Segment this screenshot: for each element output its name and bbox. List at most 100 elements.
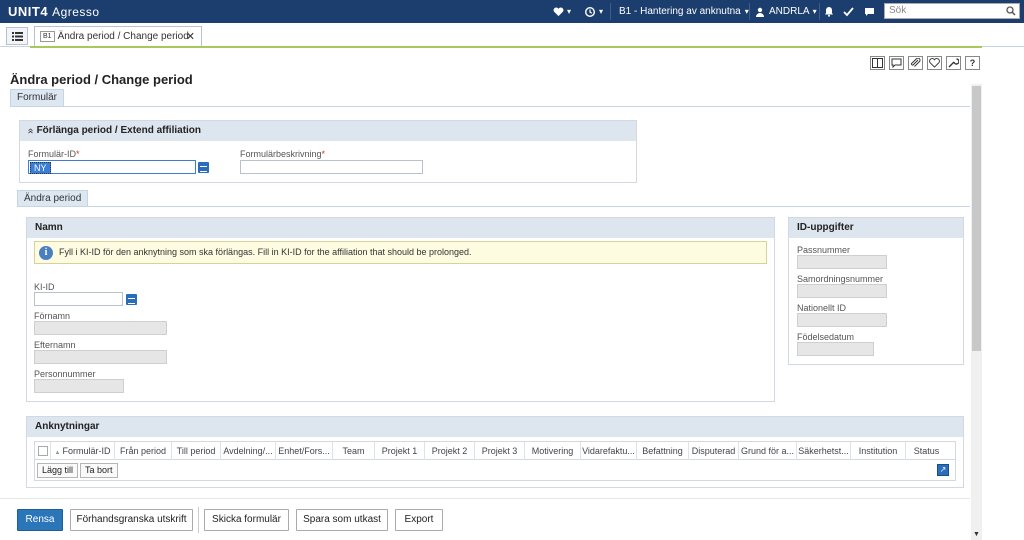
wrench-icon — [948, 58, 960, 68]
help-button[interactable]: ? — [965, 56, 980, 70]
column-header[interactable]: Projekt 2 — [425, 442, 475, 460]
anknytningar-grid-header: ▲ Formulär-ID Från period Till period Avd… — [34, 441, 956, 460]
user-icon — [756, 7, 764, 17]
tab-formular[interactable]: Formulär — [10, 89, 65, 106]
personnummer-label: Personnummer — [34, 369, 96, 379]
form-desc-label: Formulärbeskrivning* — [240, 149, 326, 159]
panel-header: Anknytningar — [27, 417, 963, 437]
panel-header: Namn — [27, 218, 774, 238]
scroll-down-icon[interactable]: ▼ — [973, 531, 980, 538]
nationellt-id-field — [797, 313, 887, 327]
column-header[interactable]: Till period — [172, 442, 221, 460]
close-icon[interactable]: ✕ — [186, 27, 195, 47]
export-grid-icon[interactable]: ↗ — [937, 464, 949, 476]
grid-footer: Lägg till Ta bort ↗ — [34, 460, 956, 481]
info-icon: i — [39, 246, 53, 260]
samordning-label: Samordningsnummer — [797, 274, 884, 284]
preview-print-button[interactable]: Förhandsgranska utskrift — [70, 509, 193, 531]
form-id-value: NY — [30, 162, 51, 174]
favorites-button[interactable]: ▾ — [553, 0, 571, 23]
tab-badge: B1 — [40, 31, 55, 42]
tab-strip: B1 Ändra period / Change period ✕ — [0, 23, 1024, 48]
menu-title-dropdown[interactable]: B1 - Hantering av anknutna ▾ — [619, 0, 749, 23]
menu-title: B1 - Hantering av anknutna — [619, 6, 741, 17]
select-all-checkbox-cell[interactable] — [35, 442, 51, 460]
column-header[interactable]: Institution — [851, 442, 906, 460]
messages-button[interactable] — [864, 0, 875, 23]
efternamn-label: Efternamn — [34, 340, 76, 350]
column-header[interactable]: Projekt 1 — [375, 442, 425, 460]
settings-button[interactable] — [946, 56, 961, 70]
save-draft-button[interactable]: Spara som utkast — [296, 509, 388, 531]
list-icon — [11, 32, 23, 41]
panel-title: Förlänga period / Extend affiliation — [36, 125, 202, 136]
action-bar: Rensa Förhandsgranska utskrift Skicka fo… — [0, 498, 970, 540]
send-form-button[interactable]: Skicka formulär — [204, 509, 289, 531]
panel-header[interactable]: »Förlänga period / Extend affiliation — [20, 121, 636, 141]
remove-row-button[interactable]: Ta bort — [80, 463, 118, 478]
scrollbar-thumb[interactable] — [972, 86, 981, 351]
form-desc-input[interactable] — [240, 160, 423, 174]
scrollbar[interactable]: ▼ — [971, 84, 982, 540]
sort-icon: ▲ — [54, 450, 61, 456]
layout-toggle-button[interactable] — [870, 56, 885, 70]
chevron-down-icon: ▾ — [599, 7, 604, 16]
tab-label: Ändra period / Change period — [57, 31, 189, 42]
column-header[interactable]: Befattning — [637, 442, 689, 460]
comment-button[interactable] — [889, 56, 904, 70]
history-button[interactable]: ▾ — [584, 0, 603, 23]
question-icon: ? — [969, 58, 976, 68]
ki-id-lookup-button[interactable] — [126, 294, 137, 305]
form-id-input[interactable]: NY — [28, 160, 196, 174]
tab-andra-period[interactable]: B1 Ändra period / Change period ✕ — [34, 26, 202, 48]
attachment-button[interactable] — [908, 56, 923, 70]
favorite-button[interactable] — [927, 56, 942, 70]
add-row-button[interactable]: Lägg till — [37, 463, 79, 478]
top-bar: UNIT4 Agresso ▾ ▾ B1 - Hantering av anknu… — [0, 0, 1024, 23]
notifications-button[interactable] — [824, 0, 834, 23]
divider — [198, 507, 199, 533]
tasks-button[interactable] — [843, 0, 854, 23]
export-button[interactable]: Export — [395, 509, 443, 531]
brand-name-bold: UNIT4 — [8, 4, 49, 19]
samordning-field — [797, 284, 887, 298]
menu-list-button[interactable] — [6, 27, 28, 45]
fodelsedatum-field — [797, 342, 874, 356]
user-name: ANDRLA — [769, 6, 810, 17]
column-header[interactable]: Disputerad — [689, 442, 739, 460]
column-header[interactable]: Avdelning/... — [221, 442, 276, 460]
column-header[interactable]: Team — [333, 442, 375, 460]
brand-logo[interactable]: UNIT4 Agresso — [8, 4, 100, 19]
heart-outline-icon — [929, 58, 940, 68]
column-header[interactable]: Enhet/Fors... — [276, 442, 333, 460]
user-menu[interactable]: ANDRLA ▾ — [755, 0, 817, 23]
column-header[interactable]: Projekt 3 — [475, 442, 525, 460]
column-header[interactable]: ▲ Formulär-ID — [51, 442, 115, 460]
column-header[interactable]: Vidarefaktu... — [581, 442, 637, 460]
ki-id-input[interactable] — [34, 292, 123, 306]
tab-andra-period-section[interactable]: Ändra period — [17, 190, 89, 207]
fornamn-field — [34, 321, 167, 335]
divider — [610, 3, 611, 20]
search-icon[interactable] — [1006, 6, 1016, 16]
column-header[interactable]: Motivering — [525, 442, 581, 460]
page-title: Ändra period / Change period — [10, 72, 193, 87]
rensa-button[interactable]: Rensa — [17, 509, 63, 531]
bell-icon — [825, 7, 833, 17]
search-placeholder: Sök — [889, 5, 907, 16]
tab-underline — [30, 46, 982, 48]
form-id-lookup-button[interactable] — [198, 162, 209, 173]
divider — [819, 3, 820, 20]
form-id-label: Formulär-ID* — [28, 149, 80, 159]
chevron-down-icon: ▾ — [812, 7, 817, 16]
search-input[interactable]: Sök — [884, 3, 1020, 19]
select-all-checkbox[interactable] — [37, 446, 48, 456]
comment-icon — [891, 58, 902, 69]
column-header[interactable]: Status — [906, 442, 947, 460]
column-header[interactable]: Grund för a... — [739, 442, 797, 460]
columns-icon — [872, 58, 883, 68]
collapse-icon[interactable]: » — [21, 128, 41, 134]
column-header[interactable]: Säkerhetst... — [797, 442, 851, 460]
column-header[interactable]: Från period — [115, 442, 172, 460]
info-message: i Fyll i KI-ID för den anknytning som sk… — [34, 241, 767, 264]
